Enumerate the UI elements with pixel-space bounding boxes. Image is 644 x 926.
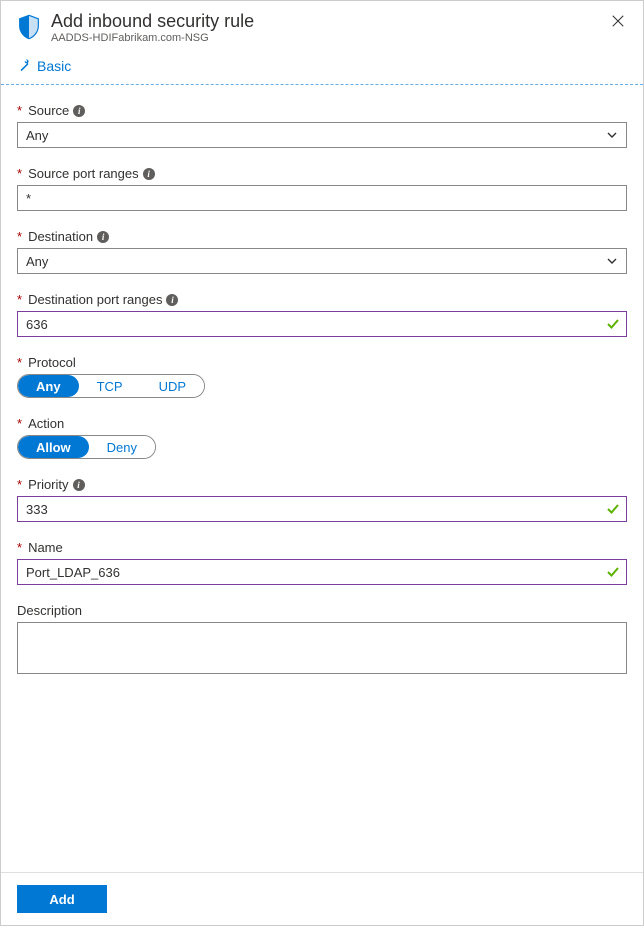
priority-label: *Priority i [17, 477, 627, 492]
destination-value: Any [26, 254, 48, 269]
protocol-label: *Protocol [17, 355, 627, 370]
panel-title: Add inbound security rule [51, 11, 607, 32]
basic-label: Basic [37, 58, 71, 74]
footer: Add [1, 872, 643, 925]
wrench-icon [15, 58, 31, 74]
description-input[interactable] [26, 627, 618, 669]
divider [1, 84, 643, 85]
info-icon[interactable]: i [166, 294, 178, 306]
info-icon[interactable]: i [73, 105, 85, 117]
close-button[interactable] [607, 11, 629, 33]
source-port-label: *Source port ranges i [17, 166, 627, 181]
priority-input[interactable] [26, 497, 598, 521]
protocol-udp[interactable]: UDP [141, 375, 204, 397]
protocol-any[interactable]: Any [18, 375, 79, 397]
source-port-input[interactable] [26, 186, 618, 210]
dest-port-label: *Destination port ranges i [17, 292, 627, 307]
basic-toggle[interactable]: Basic [1, 52, 643, 84]
action-label: *Action [17, 416, 627, 431]
dest-port-input-wrap [17, 311, 627, 337]
action-group: Allow Deny [17, 435, 156, 459]
info-icon[interactable]: i [73, 479, 85, 491]
dest-port-input[interactable] [26, 312, 598, 336]
action-deny[interactable]: Deny [89, 436, 155, 458]
name-input-wrap [17, 559, 627, 585]
source-port-input-wrap [17, 185, 627, 211]
info-icon[interactable]: i [97, 231, 109, 243]
checkmark-icon [606, 502, 620, 516]
checkmark-icon [606, 317, 620, 331]
action-allow[interactable]: Allow [18, 436, 89, 458]
description-wrap [17, 622, 627, 674]
protocol-group: Any TCP UDP [17, 374, 205, 398]
shield-icon [15, 13, 43, 41]
source-select[interactable]: Any [17, 122, 627, 148]
source-value: Any [26, 128, 48, 143]
checkmark-icon [606, 565, 620, 579]
protocol-tcp[interactable]: TCP [79, 375, 141, 397]
chevron-down-icon [606, 255, 618, 267]
priority-input-wrap [17, 496, 627, 522]
destination-select[interactable]: Any [17, 248, 627, 274]
destination-label: *Destination i [17, 229, 627, 244]
name-label: *Name [17, 540, 627, 555]
info-icon[interactable]: i [143, 168, 155, 180]
panel-subtitle: AADDS-HDIFabrikam.com-NSG [51, 32, 607, 44]
panel-header: Add inbound security rule AADDS-HDIFabri… [1, 1, 643, 52]
chevron-down-icon [606, 129, 618, 141]
name-input[interactable] [26, 560, 598, 584]
source-label: *Source i [17, 103, 627, 118]
form-area: *Source i Any *Source port ranges i *Des… [1, 85, 643, 872]
description-label: Description [17, 603, 627, 618]
add-button[interactable]: Add [17, 885, 107, 913]
